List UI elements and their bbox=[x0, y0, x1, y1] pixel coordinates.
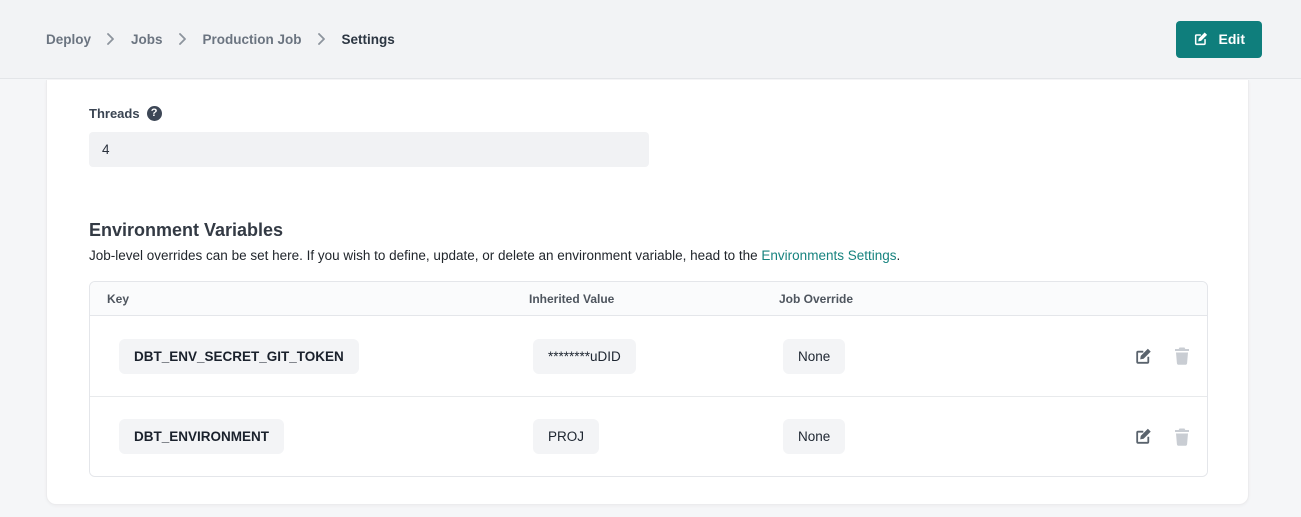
settings-card: Threads ? Environment Variables Job-leve… bbox=[46, 80, 1249, 505]
section-title: Environment Variables bbox=[89, 220, 1206, 241]
threads-input bbox=[89, 132, 649, 167]
top-bar: Deploy Jobs Production Job Settings Edit bbox=[0, 0, 1301, 79]
job-override-chip: None bbox=[783, 339, 845, 374]
delete-row-button bbox=[1174, 347, 1190, 365]
env-var-key-chip: DBT_ENV_SECRET_GIT_TOKEN bbox=[119, 339, 359, 374]
chevron-right-icon bbox=[318, 33, 326, 45]
pencil-square-icon bbox=[1134, 427, 1153, 446]
table-row: DBT_ENV_SECRET_GIT_TOKEN ********uDID No… bbox=[90, 316, 1207, 396]
section-description: Job-level overrides can be set here. If … bbox=[89, 248, 1206, 263]
job-override-chip: None bbox=[783, 419, 845, 454]
trash-icon bbox=[1174, 428, 1190, 446]
threads-label: Threads bbox=[89, 106, 140, 121]
inherited-value-chip: ********uDID bbox=[533, 339, 636, 374]
env-vars-table: Key Inherited Value Job Override DBT_ENV… bbox=[89, 281, 1208, 477]
breadcrumb-item-production-job[interactable]: Production Job bbox=[203, 32, 302, 47]
inherited-value-chip: PROJ bbox=[533, 419, 599, 454]
question-circle-icon[interactable]: ? bbox=[147, 106, 162, 121]
environments-settings-link[interactable]: Environments Settings bbox=[761, 248, 896, 263]
table-row: DBT_ENVIRONMENT PROJ None bbox=[90, 396, 1207, 476]
edit-row-button[interactable] bbox=[1134, 347, 1153, 366]
trash-icon bbox=[1174, 347, 1190, 365]
table-header-row: Key Inherited Value Job Override bbox=[90, 282, 1207, 316]
pencil-square-icon bbox=[1193, 31, 1209, 47]
breadcrumb-item-deploy[interactable]: Deploy bbox=[46, 32, 91, 47]
column-header-job-override: Job Override bbox=[779, 292, 1098, 306]
description-period: . bbox=[897, 248, 901, 263]
edit-button[interactable]: Edit bbox=[1176, 21, 1262, 58]
column-header-inherited-value: Inherited Value bbox=[529, 292, 779, 306]
column-header-key: Key bbox=[107, 292, 529, 306]
delete-row-button bbox=[1174, 428, 1190, 446]
breadcrumb-item-jobs[interactable]: Jobs bbox=[131, 32, 163, 47]
breadcrumb: Deploy Jobs Production Job Settings bbox=[46, 32, 395, 47]
edit-button-label: Edit bbox=[1219, 31, 1245, 47]
breadcrumb-item-settings: Settings bbox=[342, 32, 395, 47]
pencil-square-icon bbox=[1134, 347, 1153, 366]
environment-variables-section: Environment Variables Job-level override… bbox=[89, 220, 1206, 477]
env-var-key-chip: DBT_ENVIRONMENT bbox=[119, 419, 284, 454]
threads-field-group: Threads ? bbox=[89, 106, 1206, 167]
description-text: Job-level overrides can be set here. If … bbox=[89, 248, 761, 263]
chevron-right-icon bbox=[107, 33, 115, 45]
edit-row-button[interactable] bbox=[1134, 427, 1153, 446]
chevron-right-icon bbox=[179, 33, 187, 45]
